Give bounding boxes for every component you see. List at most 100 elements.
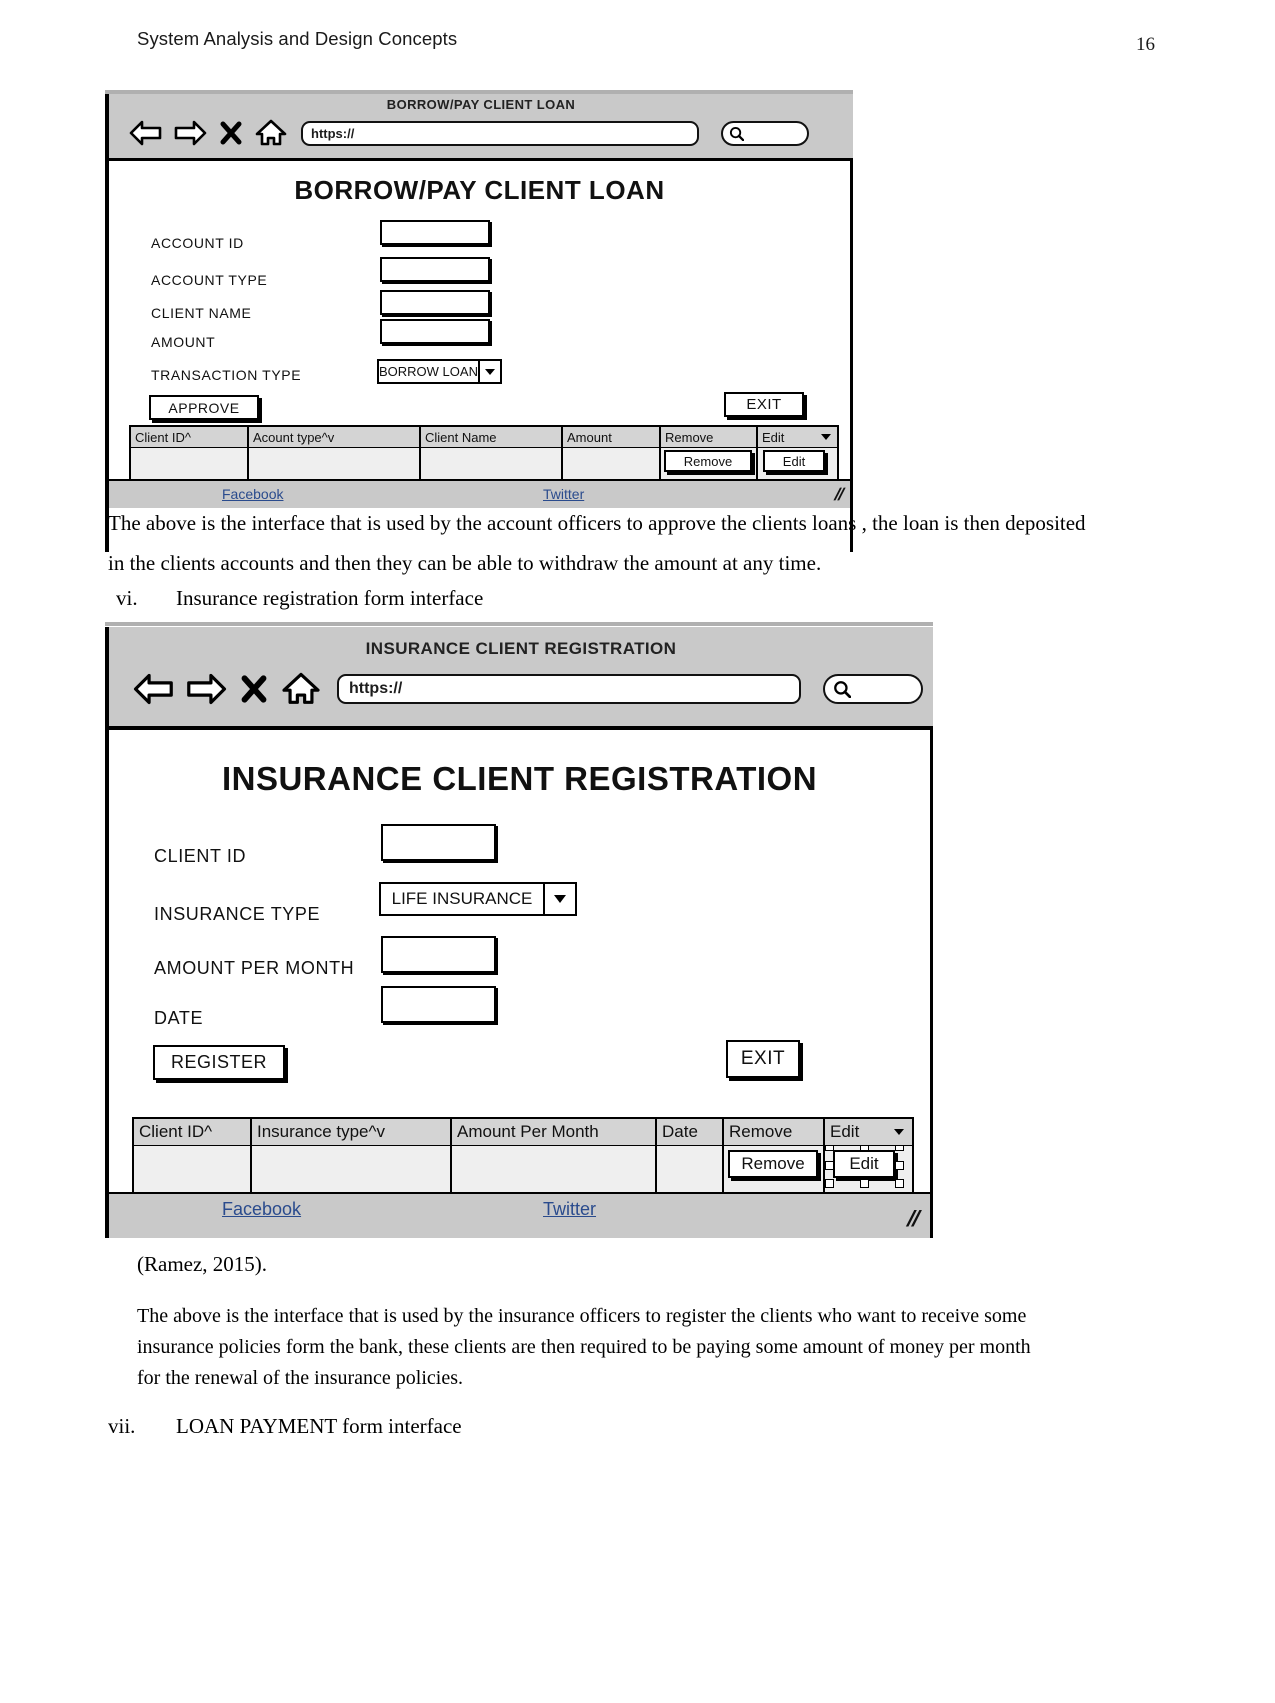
register-button[interactable]: REGISTER (153, 1045, 285, 1080)
browser-nav-icons-2 (133, 672, 321, 706)
chevron-down-icon[interactable] (545, 882, 577, 916)
selection-handle-br[interactable] (895, 1179, 904, 1188)
grid-cell-client-id-2[interactable] (134, 1146, 252, 1193)
chevron-down-icon[interactable] (479, 359, 502, 384)
grid-cell-insurance-type[interactable] (252, 1146, 452, 1193)
grid-col-remove[interactable]: Remove (661, 427, 758, 447)
footer-bar-2: Facebook Twitter // (105, 1192, 933, 1238)
field-row-date: DATE (154, 1008, 203, 1029)
section-vii-title: LOAN PAYMENT form interface (176, 1414, 462, 1438)
facebook-link-2[interactable]: Facebook (222, 1199, 301, 1220)
resize-grip-2[interactable]: // (904, 1206, 922, 1232)
selection-handle-tr[interactable] (895, 1146, 904, 1151)
url-bar-1[interactable]: https:// (301, 120, 699, 146)
grid-col-amount-per-month[interactable]: Amount Per Month (452, 1119, 657, 1145)
grid-col-account-type[interactable]: Acount type^v (249, 427, 421, 447)
grid-col-edit-label: Edit (762, 429, 785, 445)
exit-button-2[interactable]: EXIT (726, 1040, 800, 1078)
section-vi-title: Insurance registration form interface (176, 586, 484, 610)
back-arrow-icon[interactable] (129, 120, 163, 146)
field-input-amount[interactable] (380, 319, 490, 344)
grid-col-client-id[interactable]: Client ID^ (131, 427, 249, 447)
grid-col-insurance-type[interactable]: Insurance type^v (252, 1119, 452, 1145)
field-input-client-name[interactable] (380, 290, 490, 315)
chevron-down-icon[interactable] (821, 434, 831, 440)
paragraph-insurance-interface: The above is the interface that is used … (137, 1305, 1031, 1389)
window-top-edge-2 (105, 622, 933, 626)
row-edit-button-2[interactable]: Edit (833, 1150, 895, 1178)
twitter-link-2[interactable]: Twitter (543, 1199, 596, 1220)
field-row-account-type: ACCOUNT TYPE (151, 272, 267, 288)
search-box-1[interactable] (721, 120, 809, 146)
close-x-icon[interactable] (241, 674, 267, 704)
grid-col-client-name[interactable]: Client Name (421, 427, 563, 447)
field-input-amount-per-month[interactable] (381, 936, 496, 973)
field-input-account-id[interactable] (380, 220, 490, 245)
field-label-amount: AMOUNT (151, 334, 216, 350)
field-input-account-type[interactable] (380, 257, 490, 282)
browser-chrome-2: INSURANCE CLIENT REGISTRATION https:// (105, 627, 933, 726)
field-label-amount-per-month: AMOUNT PER MONTH (154, 958, 355, 978)
grid-cell-remove-2: Remove (724, 1146, 825, 1193)
back-arrow-icon[interactable] (133, 673, 175, 705)
resize-grip-1[interactable]: // (831, 485, 846, 505)
field-label-client-name: CLIENT NAME (151, 305, 252, 321)
grid-col-remove-2[interactable]: Remove (724, 1119, 825, 1145)
field-input-client-id[interactable] (381, 824, 496, 861)
field-row-client-id: CLIENT ID (154, 846, 246, 867)
row-remove-button-1[interactable]: Remove (664, 450, 752, 472)
page-number: 16 (1136, 34, 1155, 55)
window-title-2: INSURANCE CLIENT REGISTRATION (365, 639, 677, 658)
forward-arrow-icon[interactable] (173, 120, 207, 146)
search-icon (729, 126, 744, 141)
field-row-amount-per-month: AMOUNT PER MONTH (154, 958, 354, 979)
exit-button-1[interactable]: EXIT (724, 392, 804, 417)
form-body-2: INSURANCE CLIENT REGISTRATION CLIENT ID … (105, 726, 933, 1214)
grid-body-row-2: Remove Edit (134, 1146, 912, 1193)
twitter-link-1[interactable]: Twitter (543, 486, 584, 502)
close-x-icon[interactable] (220, 121, 242, 145)
approve-button[interactable]: APPROVE (149, 395, 259, 420)
selection-handle-ml[interactable] (825, 1161, 834, 1170)
chevron-down-icon[interactable] (894, 1129, 904, 1135)
insurance-type-select[interactable]: LIFE INSURANCE (379, 882, 577, 916)
search-box-2[interactable] (823, 674, 923, 704)
transaction-type-select[interactable]: BORROW LOAN (377, 359, 502, 384)
grid-cell-client-id[interactable] (131, 448, 249, 481)
grid-cell-remove: Remove (661, 448, 758, 481)
grid-cell-edit: Edit (758, 448, 837, 481)
field-label-transaction-type: TRANSACTION TYPE (151, 367, 302, 383)
selection-handle-mr[interactable] (895, 1161, 904, 1170)
field-label-account-type: ACCOUNT TYPE (151, 272, 268, 288)
grid-cell-client-name[interactable] (421, 448, 563, 481)
grid-col-amount[interactable]: Amount (563, 427, 661, 447)
url-bar-2[interactable]: https:// (337, 674, 801, 704)
grid-cell-date[interactable] (657, 1146, 724, 1193)
facebook-link-1[interactable]: Facebook (222, 486, 283, 502)
selection-handle-bc[interactable] (860, 1179, 869, 1188)
grid-body-row-1: Remove Edit (131, 448, 837, 481)
row-edit-button-1[interactable]: Edit (763, 450, 825, 472)
field-row-amount: AMOUNT (151, 334, 215, 350)
selection-handle-tc[interactable] (860, 1146, 869, 1151)
field-label-client-id: CLIENT ID (154, 846, 247, 866)
selection-handle-bl[interactable] (825, 1179, 834, 1188)
grid-col-date[interactable]: Date (657, 1119, 724, 1145)
transaction-type-value: BORROW LOAN (377, 359, 480, 384)
grid-cell-amount-per-month[interactable] (452, 1146, 657, 1193)
home-icon[interactable] (255, 119, 287, 147)
selection-handle-tl[interactable] (825, 1146, 834, 1151)
loans-data-grid: Client ID^ Acount type^v Client Name Amo… (129, 425, 839, 483)
grid-cell-amount[interactable] (563, 448, 661, 481)
grid-col-client-id-2[interactable]: Client ID^ (134, 1119, 252, 1145)
url-text-1: https:// (311, 125, 355, 141)
grid-col-edit[interactable]: Edit (758, 427, 837, 447)
paragraph-loan-interface: The above is the interface that is used … (108, 511, 1086, 575)
grid-col-edit-2[interactable]: Edit (825, 1119, 912, 1145)
mockup-insurance-client-registration: INSURANCE CLIENT REGISTRATION https:// I… (105, 622, 933, 1238)
forward-arrow-icon[interactable] (185, 673, 227, 705)
home-icon[interactable] (281, 672, 321, 706)
row-remove-button-2[interactable]: Remove (728, 1150, 818, 1178)
grid-cell-account-type[interactable] (249, 448, 421, 481)
field-input-date[interactable] (381, 986, 496, 1023)
